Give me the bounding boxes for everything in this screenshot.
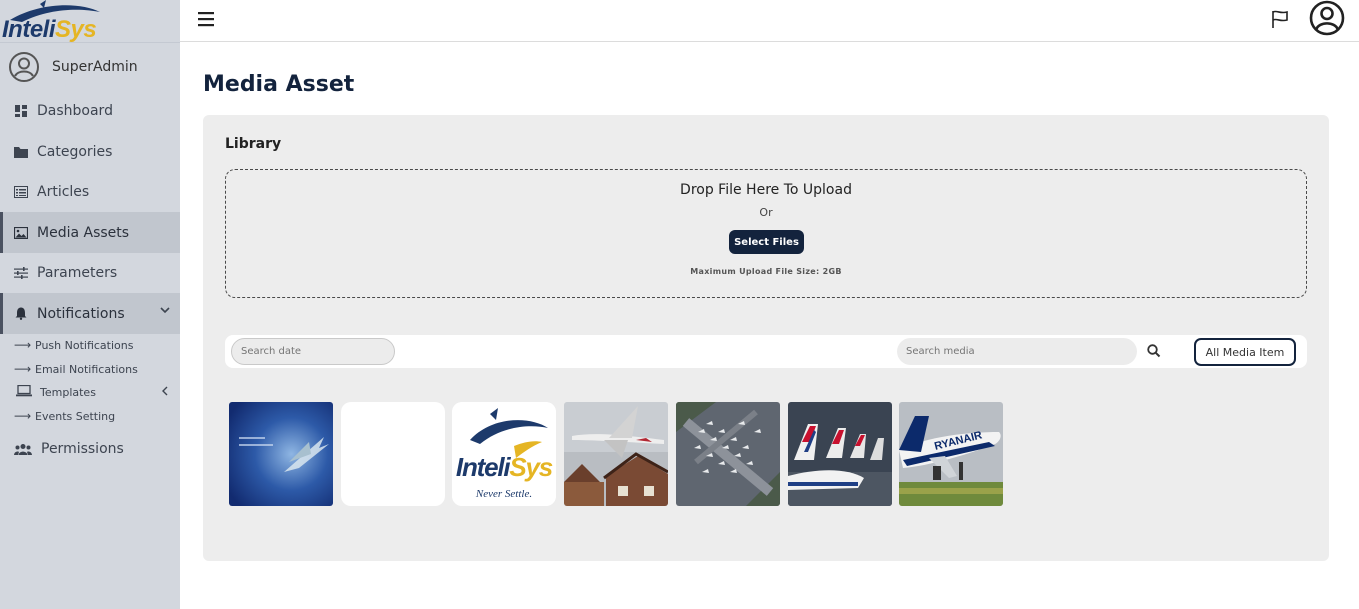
logo-tagline: Never Settle. (475, 488, 532, 500)
list-icon (14, 185, 28, 199)
sidebar-subitem-templates[interactable]: Templates (0, 380, 180, 404)
sidebar-item-notifications[interactable]: Notifications (0, 293, 180, 334)
laptop-icon (16, 384, 32, 400)
dropzone-or: Or (759, 206, 773, 219)
sidebar-item-media-assets[interactable]: Media Assets (0, 212, 180, 253)
media-thumbnail-image (676, 402, 780, 506)
media-item-blank-white-image[interactable] (341, 402, 445, 506)
sidebar-item-label: Categories (37, 143, 113, 160)
sidebar-subitem-label: Push Notifications (35, 338, 134, 352)
chevron-down-icon (160, 307, 170, 314)
media-thumbnail-image: RYANAIR (899, 402, 1003, 506)
user-name: SuperAdmin (52, 58, 138, 75)
media-item-intelisys-logo[interactable]: InteliSys Never Settle. (452, 402, 556, 506)
hamburger-icon[interactable] (197, 10, 215, 28)
arrow-right-icon: ⟶ (14, 409, 32, 423)
dropzone-title: Drop File Here To Upload (680, 182, 852, 198)
sidebar-item-label: Notifications (37, 305, 125, 322)
sidebar-item-label: Dashboard (37, 102, 113, 119)
user-avatar-icon (9, 51, 39, 82)
sidebar-item-categories[interactable]: Categories (0, 131, 180, 172)
max-upload-size: Maximum Upload File Size: 2GB (690, 267, 842, 276)
dashboard-icon (14, 104, 28, 118)
image-icon (14, 226, 28, 240)
users-icon (14, 442, 32, 456)
select-files-button[interactable]: Select Files (729, 230, 804, 254)
media-item-airplane-over-houses[interactable] (564, 402, 668, 506)
arrow-right-icon: ⟶ (14, 338, 32, 352)
sidebar: InteliSys SuperAdmin Dashboard Categorie… (0, 0, 180, 609)
sidebar-item-label: Parameters (37, 264, 118, 281)
logo-text-inteli: Inteli (456, 452, 511, 482)
library-title: Library (225, 136, 282, 152)
sidebar-item-label: Permissions (41, 440, 124, 457)
filter-bar: All Media Item (225, 335, 1307, 368)
library-panel: Library Drop File Here To Upload Or Sele… (203, 115, 1329, 561)
sidebar-subitem-label: Templates (40, 385, 96, 399)
sidebar-item-label: Media Assets (37, 224, 130, 241)
search-icon[interactable] (1146, 343, 1162, 359)
sidebar-item-parameters[interactable]: Parameters (0, 252, 180, 293)
account-icon[interactable] (1308, 0, 1346, 38)
sidebar-item-articles[interactable]: Articles (0, 171, 180, 212)
media-thumbnail-image (229, 402, 333, 506)
sidebar-subitem-label: Email Notifications (35, 362, 138, 376)
sidebar-item-permissions[interactable]: Permissions (0, 428, 180, 469)
page-title: Media Asset (203, 72, 355, 97)
chevron-left-icon (162, 386, 168, 396)
sidebar-subitem-events-setting[interactable]: ⟶ Events Setting (0, 404, 180, 428)
arrow-right-icon: ⟶ (14, 362, 32, 376)
upload-dropzone[interactable]: Drop File Here To Upload Or Select Files… (225, 169, 1307, 298)
top-bar (180, 0, 1359, 42)
sidebar-subitem-email-notifications[interactable]: ⟶ Email Notifications (0, 357, 180, 381)
user-profile[interactable]: SuperAdmin (0, 42, 180, 90)
svg-text:InteliSys: InteliSys (456, 452, 553, 482)
logo-text-sys: Sys (55, 16, 97, 42)
all-media-item-button[interactable]: All Media Item (1194, 338, 1296, 366)
logo-text-sys: Sys (509, 452, 552, 482)
media-item-ryanair-takeoff[interactable]: RYANAIR (899, 402, 1003, 506)
media-thumbnail-image (788, 402, 892, 506)
media-thumbnail-image: InteliSys Never Settle. (452, 402, 556, 506)
bell-icon (14, 307, 28, 321)
brand-logo[interactable]: InteliSys (0, 0, 180, 42)
media-item-british-airways-tails[interactable] (788, 402, 892, 506)
sidebar-item-dashboard[interactable]: Dashboard (0, 90, 180, 131)
logo-text-inteli: Inteli (2, 16, 56, 42)
sidebar-item-label: Articles (37, 183, 90, 200)
search-date-input[interactable] (231, 338, 395, 365)
media-item-parked-planes-aerial[interactable] (676, 402, 780, 506)
folder-icon (14, 145, 28, 159)
media-thumbnail-image (564, 402, 668, 506)
media-item-blue-airplane-banner[interactable] (229, 402, 333, 506)
flag-icon[interactable] (1270, 9, 1290, 29)
search-media-input[interactable] (897, 338, 1137, 365)
sidebar-subitem-push-notifications[interactable]: ⟶ Push Notifications (0, 333, 180, 357)
sliders-icon (14, 266, 28, 280)
sidebar-subitem-label: Events Setting (35, 409, 116, 423)
